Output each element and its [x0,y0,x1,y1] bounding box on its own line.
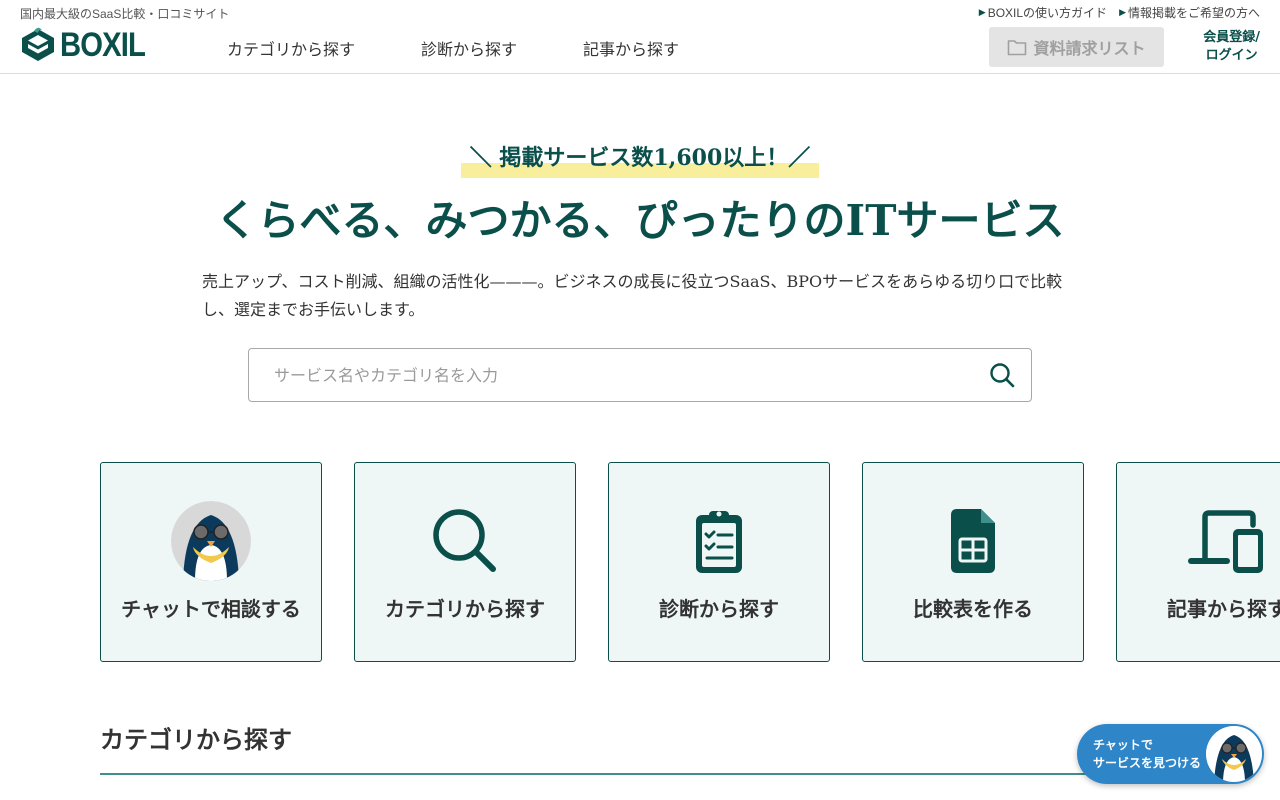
card-article-search[interactable]: 記事から探す [1116,462,1280,662]
chat-fab-text: チャットで サービスを見つける [1093,736,1201,772]
card-category-search[interactable]: カテゴリから探す [354,462,576,662]
card-chat-consult[interactable]: チャットで相談する [100,462,322,662]
service-count-badge: ＼ 掲載サービス数1,600以上！／ [461,143,819,178]
chat-fab-line2: サービスを見つける [1093,756,1202,770]
clipboard-check-icon [679,501,759,581]
search-box [248,348,1032,402]
boxil-logo-icon [22,27,54,61]
card-article-search-label: 記事から探す [1167,597,1280,621]
card-chat-consult-label: チャットで相談する [121,597,301,621]
section-title-category: カテゴリから探す [100,726,292,754]
hero-description: 売上アップ、コスト削減、組織の活性化———。ビジネスの成長に役立つSaaS、BP… [202,272,1063,319]
request-list-button[interactable]: 資料請求リスト [989,27,1164,67]
triangle-right-icon: ▶ [978,7,986,17]
top-links: ▶ BOXILの使い方ガイド ▶ 情報掲載をご希望の方へ [979,4,1260,21]
boxil-logo[interactable]: BOXIL [20,27,159,63]
card-category-search-label: カテゴリから探す [385,597,545,621]
request-list-label: 資料請求リスト [1033,41,1146,58]
search-icon[interactable] [989,362,1015,388]
nav-category[interactable]: カテゴリから探す [227,36,355,60]
chat-fab-line1: チャットで [1093,738,1153,752]
site-header: 国内最大級のSaaS比較・口コミサイト ▶ BOXILの使い方ガイド ▶ 情報掲… [0,0,1280,74]
nav-diagnosis[interactable]: 診断から探す [421,36,517,60]
chat-find-service-button[interactable]: チャットで サービスを見つける [1077,724,1264,784]
folder-icon [1008,40,1027,56]
section-divider [100,773,1180,775]
listing-request-link-label: 情報掲載をご希望の方へ [1127,6,1260,20]
triangle-right-icon: ▶ [1119,7,1126,17]
card-comparison-table-label: 比較表を作る [913,597,1033,621]
member-login-link[interactable]: 会員登録/ ログイン [1203,29,1260,65]
login-label: ログイン [1205,48,1258,63]
site-tagline: 国内最大級のSaaS比較・口コミサイト [20,7,230,21]
guide-link-label: BOXILの使い方ガイド [987,6,1108,20]
spreadsheet-file-icon [933,501,1013,581]
nav-articles[interactable]: 記事から探す [583,36,679,60]
card-comparison-table[interactable]: 比較表を作る [862,462,1084,662]
penguin-avatar-icon [171,501,251,581]
badge-text: ＼ 掲載サービス数1,600以上！／ [469,145,811,171]
guide-link[interactable]: ▶ BOXILの使い方ガイド [979,4,1107,21]
search-icon [425,501,505,581]
logo-text: BOXIL [60,26,146,64]
listing-request-link[interactable]: ▶ 情報掲載をご希望の方へ [1119,4,1260,21]
penguin-avatar-icon [1206,726,1262,782]
devices-icon [1187,501,1267,581]
search-input[interactable] [250,350,970,400]
card-diagnosis-search-label: 診断から探す [659,597,779,621]
hero-title: くらべる、みつかる、ぴったりのITサービス [215,196,1065,245]
member-register-label: 会員登録/ [1203,30,1260,45]
main-nav: カテゴリから探す 診断から探す 記事から探す [227,36,679,60]
card-diagnosis-search[interactable]: 診断から探す [608,462,830,662]
